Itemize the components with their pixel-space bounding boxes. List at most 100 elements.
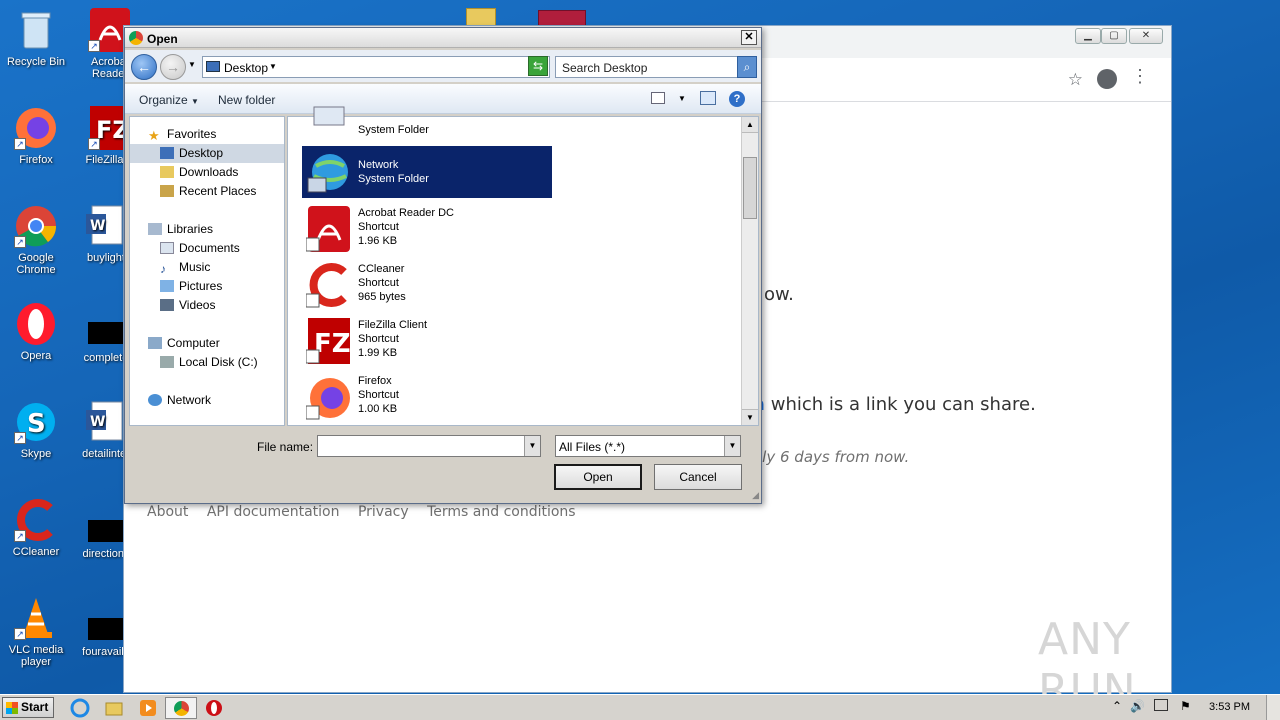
file-item-network[interactable]: Network System Folder <box>302 146 552 198</box>
address-text: Desktop <box>224 61 269 75</box>
preview-pane-icon[interactable] <box>700 91 716 105</box>
nav-network[interactable]: Network <box>148 391 211 409</box>
scroll-up-button[interactable]: ▲ <box>742 117 758 133</box>
shortcut-arrow-icon: ↗ <box>14 432 26 444</box>
file-type-dropdown-icon[interactable]: ▼ <box>724 436 740 456</box>
address-bar[interactable]: Desktop ▼ ▼ <box>202 56 550 78</box>
footer-link-api[interactable]: API documentation <box>207 504 340 520</box>
computer-icon <box>306 103 352 131</box>
svg-text:S: S <box>27 409 46 439</box>
nav-desktop[interactable]: Desktop <box>160 144 223 162</box>
svg-text:W: W <box>90 414 105 430</box>
desktop-icon-recycle-bin[interactable]: Recycle Bin <box>0 8 72 68</box>
page-text-line: lly 6 days from now. <box>758 448 910 466</box>
nav-documents[interactable]: Documents <box>160 239 240 257</box>
organize-menu[interactable]: Organize ▼ <box>139 93 199 107</box>
tray-expand-icon[interactable]: ⌃ <box>1112 699 1122 713</box>
opera-icon[interactable] <box>204 698 226 718</box>
file-type-select[interactable]: All Files (*.*) ▼ <box>555 435 741 457</box>
desktop-icon-label: Opera <box>20 350 52 362</box>
opera-icon <box>14 302 58 346</box>
cancel-button[interactable]: Cancel <box>654 464 742 490</box>
help-icon[interactable]: ? <box>729 91 745 107</box>
nav-local-disk[interactable]: Local Disk (C:) <box>160 353 258 371</box>
desktop-icon-label: Google Chrome <box>16 252 56 276</box>
file-name-input[interactable]: ▼ <box>317 435 541 457</box>
view-dropdown-icon[interactable]: ▼ <box>678 94 686 103</box>
desktop-icon-label: CCleaner <box>12 546 60 558</box>
taskbar-clock[interactable]: 3:53 PM <box>1209 701 1250 713</box>
file-item-firefox[interactable]: Firefox Shortcut 1.00 KB <box>302 370 552 422</box>
file-item-acrobat[interactable]: Acrobat Reader DC Shortcut 1.96 KB <box>302 202 552 254</box>
desktop-icon-opera[interactable]: Opera <box>0 302 72 362</box>
chrome-icon <box>174 701 189 716</box>
nav-computer[interactable]: Computer <box>148 334 220 352</box>
scroll-down-button[interactable]: ▼ <box>742 409 758 425</box>
file-name-dropdown-icon[interactable]: ▼ <box>524 436 540 456</box>
menu-dots-icon[interactable]: ⋮ <box>1131 66 1149 87</box>
back-button[interactable]: ← <box>131 54 157 80</box>
file-list-scrollbar[interactable]: ▲ ▼ <box>741 117 758 425</box>
footer-link-about[interactable]: About <box>147 504 188 520</box>
videos-icon <box>160 299 174 311</box>
nav-downloads[interactable]: Downloads <box>160 163 238 181</box>
new-folder-button[interactable]: New folder <box>218 93 275 107</box>
shortcut-arrow-icon: ↗ <box>14 628 26 640</box>
explorer-folder-icon[interactable] <box>104 698 126 718</box>
internet-explorer-icon[interactable] <box>70 698 92 718</box>
desktop-icon-skype[interactable]: S ↗ Skype <box>0 400 72 460</box>
desktop-folder-icon <box>206 61 220 72</box>
file-item[interactable]: System Folder <box>302 97 552 139</box>
nav-libraries[interactable]: Libraries <box>148 220 213 238</box>
desktop-icon-vlc[interactable]: ↗ VLC media player <box>0 596 72 668</box>
file-item-ccleaner[interactable]: CCleaner Shortcut 965 bytes <box>302 258 552 310</box>
nav-recent-places[interactable]: Recent Places <box>160 182 256 200</box>
desktop-icon-firefox[interactable]: ↗ Firefox <box>0 106 72 166</box>
nav-favorites[interactable]: ★ Favorites <box>148 125 216 143</box>
footer-link-terms[interactable]: Terms and conditions <box>427 504 576 520</box>
close-button[interactable]: ✕ <box>1129 28 1163 44</box>
windows-logo-icon <box>6 702 18 714</box>
minimize-button[interactable]: ▁ <box>1075 28 1101 44</box>
view-options-icon[interactable] <box>651 92 665 104</box>
file-item-filezilla[interactable]: FZ FileZilla Client Shortcut 1.99 KB <box>302 314 552 366</box>
documents-icon <box>160 242 174 254</box>
desktop-icon-ccleaner[interactable]: ↗ CCleaner <box>0 498 72 558</box>
volume-icon[interactable]: 🔊 <box>1130 699 1145 713</box>
footer-link-privacy[interactable]: Privacy <box>358 504 409 520</box>
word-document-icon: W <box>84 400 128 444</box>
desktop-icon-label: buylight <box>87 252 125 264</box>
star-icon: ★ <box>148 128 160 143</box>
start-button[interactable]: Start <box>2 697 54 718</box>
desktop-icon-chrome[interactable]: ↗ Google Chrome <box>0 204 72 276</box>
action-center-flag-icon[interactable]: ⚑ <box>1180 699 1191 713</box>
redacted-icon <box>88 618 124 640</box>
show-desktop-button[interactable] <box>1266 695 1280 720</box>
page-text-line: ow. <box>764 284 794 305</box>
bookmark-star-icon[interactable]: ☆ <box>1068 70 1083 90</box>
nav-music[interactable]: ♪ Music <box>160 258 210 276</box>
nav-videos[interactable]: Videos <box>160 296 215 314</box>
scroll-thumb[interactable] <box>743 157 757 219</box>
taskbar-chrome-button[interactable] <box>165 697 197 719</box>
file-name-label: File name: <box>257 440 314 454</box>
redacted-icon <box>88 322 124 344</box>
profile-avatar-icon[interactable] <box>1097 69 1117 89</box>
forward-button[interactable]: → <box>160 54 186 80</box>
history-dropdown-icon[interactable]: ▼ <box>188 60 196 69</box>
dialog-close-button[interactable]: ✕ <box>741 30 757 45</box>
maximize-button[interactable]: ▢ <box>1101 28 1127 44</box>
network-icon <box>148 394 162 406</box>
search-input[interactable]: Search Desktop <box>555 56 757 78</box>
open-button[interactable]: Open <box>554 464 642 490</box>
svg-text:W: W <box>90 218 105 234</box>
refresh-button[interactable]: ⇆ <box>528 56 548 76</box>
filezilla-icon: FZ <box>305 318 352 364</box>
media-player-icon[interactable] <box>138 698 160 718</box>
breadcrumb-arrow-icon[interactable]: ▼ <box>269 62 277 71</box>
search-button[interactable]: ⌕ <box>737 56 757 78</box>
resize-grip-icon[interactable]: ◢ <box>752 490 759 501</box>
search-placeholder: Search Desktop <box>562 61 648 75</box>
network-tray-icon[interactable] <box>1154 699 1168 711</box>
nav-pictures[interactable]: Pictures <box>160 277 222 295</box>
